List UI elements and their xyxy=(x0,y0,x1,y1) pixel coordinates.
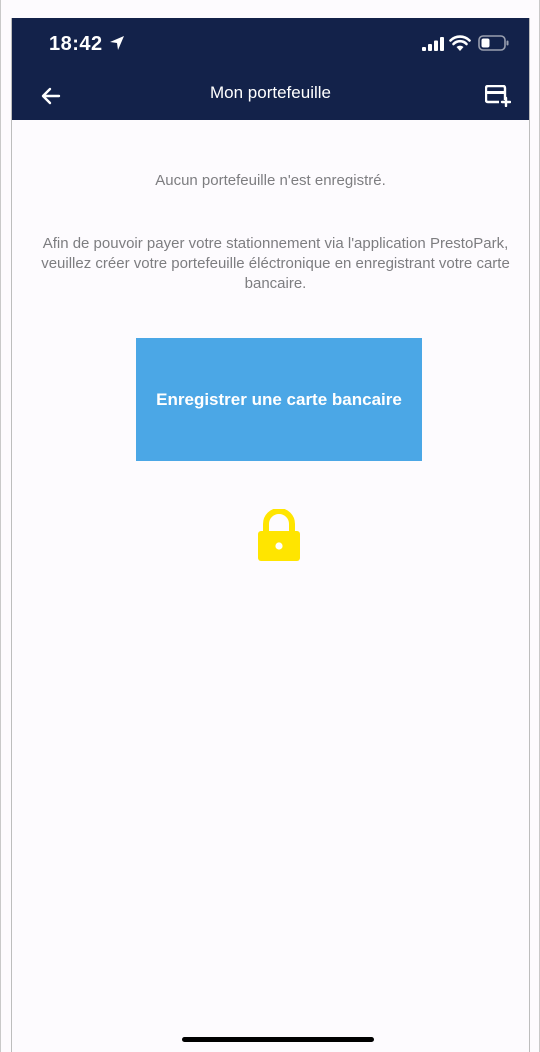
lock-icon xyxy=(258,509,300,561)
wallet-info-text: Afin de pouvoir payer votre stationnemen… xyxy=(41,235,510,292)
page-title: Mon portefeuille xyxy=(210,83,331,102)
add-card-button[interactable] xyxy=(481,81,515,111)
main-content: Aucun portefeuille n'est enregistré. Afi… xyxy=(12,120,529,1052)
status-time: 18:42 xyxy=(49,33,103,55)
wifi-icon xyxy=(449,35,471,51)
phone-screen: 18:42 Mon portefeuille Aucun portefeuill… xyxy=(11,18,530,1052)
app-window: 18:42 Mon portefeuille Aucun portefeuill… xyxy=(0,0,540,1052)
battery-icon xyxy=(478,35,509,51)
status-bar: 18:42 xyxy=(12,18,529,68)
location-arrow-icon xyxy=(110,36,124,50)
home-indicator xyxy=(182,1037,374,1042)
add-card-icon xyxy=(485,85,511,107)
nav-bar: Mon portefeuille xyxy=(12,73,529,120)
empty-wallet-message: Aucun portefeuille n'est enregistré. xyxy=(155,172,386,189)
register-card-button[interactable]: Enregistrer une carte bancaire xyxy=(136,338,422,461)
signal-icon xyxy=(422,37,444,51)
header: 18:42 Mon portefeuille xyxy=(12,18,529,120)
